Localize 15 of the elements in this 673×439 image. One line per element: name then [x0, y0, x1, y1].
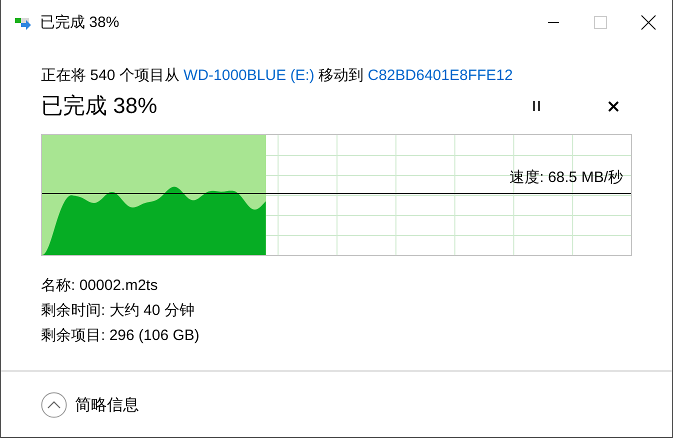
pause-icon [533, 101, 540, 111]
status-text: 正在将 540 个项目从 WD-1000BLUE (E:) 移动到 C82BD6401E8FFE12 [41, 66, 514, 86]
chevron-icon [41, 392, 67, 418]
folder-link[interactable]: C82BD6401E8FFE12 [368, 67, 513, 84]
speed-label: 速度: 68.5 MB/秒 [510, 168, 623, 187]
details-toggle[interactable]: 简略信息 [41, 392, 139, 418]
detail-text: 剩余项目: 296 (106 GB) [41, 326, 200, 346]
window-title: 已完成 38% [40, 12, 120, 32]
progress-heading: 已完成 38% [41, 92, 158, 120]
detail-text: 剩余时间: 大约 40 分钟 [41, 301, 196, 321]
folder-link[interactable]: WD-1000BLUE (E:) [184, 67, 314, 84]
close-icon [640, 14, 656, 30]
close-icon [608, 100, 619, 112]
detail-text: 名称: 00002.m2ts [41, 276, 159, 296]
maximize-icon [594, 16, 606, 28]
